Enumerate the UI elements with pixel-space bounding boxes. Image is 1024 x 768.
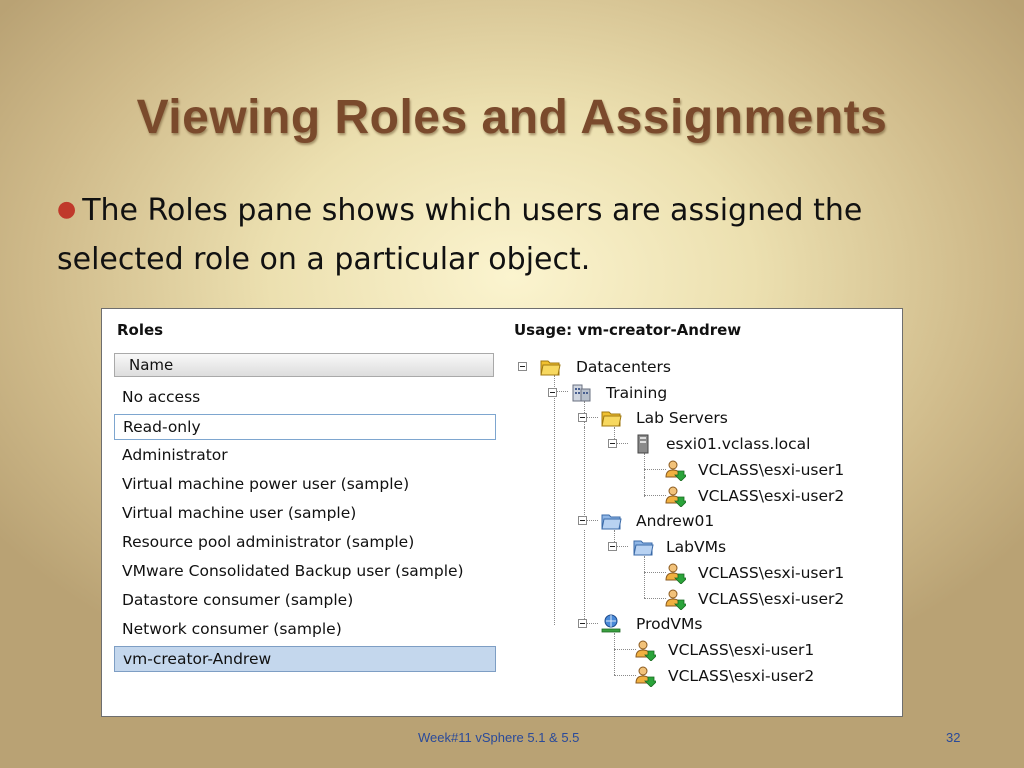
slide-footer: Week#11 vSphere 5.1 & 5.5 [418, 730, 580, 745]
user-icon [665, 589, 686, 610]
tree-node-prodvms[interactable]: ProdVMs [636, 614, 702, 634]
bullet-paragraph: ● The Roles pane shows which users are as… [57, 188, 977, 283]
tree-node-labvms[interactable]: LabVMs [666, 537, 726, 557]
tree-node-user[interactable]: VCLASS\esxi-user1 [698, 563, 844, 583]
role-item-resource-pool-admin[interactable]: Resource pool administrator (sample) [114, 530, 496, 556]
name-column-header[interactable]: Name [114, 353, 494, 377]
tree-connector [584, 427, 585, 525]
tree-connector [644, 469, 666, 470]
resource-pool-icon [601, 614, 621, 633]
usage-pane-title: Usage: vm-creator-Andrew [514, 321, 742, 339]
tree-connector [584, 530, 585, 625]
role-item-consolidated-backup[interactable]: VMware Consolidated Backup user (sample) [114, 559, 496, 585]
tree-connector [644, 477, 645, 497]
collapse-andrew01-icon[interactable] [578, 516, 587, 525]
tree-node-datacenters[interactable]: Datacenters [576, 357, 671, 377]
role-item-no-access[interactable]: No access [114, 385, 496, 411]
role-item-read-only[interactable]: Read-only [114, 414, 496, 440]
tree-connector [644, 572, 666, 573]
role-item-vm-power-user[interactable]: Virtual machine power user (sample) [114, 472, 496, 498]
tree-node-training[interactable]: Training [606, 383, 667, 403]
collapse-esxi01-icon[interactable] [608, 439, 617, 448]
tree-connector [614, 649, 636, 650]
user-icon [635, 640, 656, 661]
tree-connector [614, 633, 615, 675]
tree-node-lab-servers[interactable]: Lab Servers [636, 408, 728, 428]
collapse-labvms-icon[interactable] [608, 542, 617, 551]
roles-screenshot: Roles Name No access Read-only Administr… [101, 308, 903, 717]
tree-connector [614, 675, 636, 676]
role-item-datastore-consumer[interactable]: Datastore consumer (sample) [114, 588, 496, 614]
user-icon [665, 486, 686, 507]
tree-node-user[interactable]: VCLASS\esxi-user1 [668, 640, 814, 660]
tree-node-andrew01[interactable]: Andrew01 [636, 511, 714, 531]
tree-node-user[interactable]: VCLASS\esxi-user2 [698, 589, 844, 609]
slide-title: Viewing Roles and Assignments [136, 91, 888, 144]
bullet-icon: ● [57, 197, 77, 222]
folder-icon [540, 360, 561, 376]
user-icon [665, 460, 686, 481]
vm-folder-icon [601, 514, 622, 530]
collapse-prodvms-icon[interactable] [578, 619, 587, 628]
tree-node-user[interactable]: VCLASS\esxi-user1 [698, 460, 844, 480]
tree-connector [644, 598, 666, 599]
tree-connector [554, 375, 555, 625]
collapse-training-icon[interactable] [548, 388, 557, 397]
role-item-vm-user[interactable]: Virtual machine user (sample) [114, 501, 496, 527]
datacenter-icon [572, 384, 591, 402]
host-icon [637, 434, 649, 454]
collapse-lab-servers-icon[interactable] [578, 413, 587, 422]
bullet-text: The Roles pane shows which users are ass… [57, 193, 863, 277]
folder-icon [601, 411, 622, 427]
user-icon [635, 666, 656, 687]
tree-node-esxi01[interactable]: esxi01.vclass.local [666, 434, 810, 454]
role-item-vm-creator-andrew[interactable]: vm-creator-Andrew [114, 646, 496, 672]
roles-pane-title: Roles [117, 321, 164, 339]
collapse-datacenters-icon[interactable] [518, 362, 527, 371]
role-item-network-consumer[interactable]: Network consumer (sample) [114, 617, 496, 643]
vm-folder-icon [633, 540, 654, 556]
tree-node-user[interactable]: VCLASS\esxi-user2 [698, 486, 844, 506]
role-item-administrator[interactable]: Administrator [114, 443, 496, 469]
tree-node-user[interactable]: VCLASS\esxi-user2 [668, 666, 814, 686]
user-icon [665, 563, 686, 584]
tree-connector [644, 556, 645, 598]
page-number: 32 [946, 730, 961, 745]
tree-connector [644, 495, 666, 496]
